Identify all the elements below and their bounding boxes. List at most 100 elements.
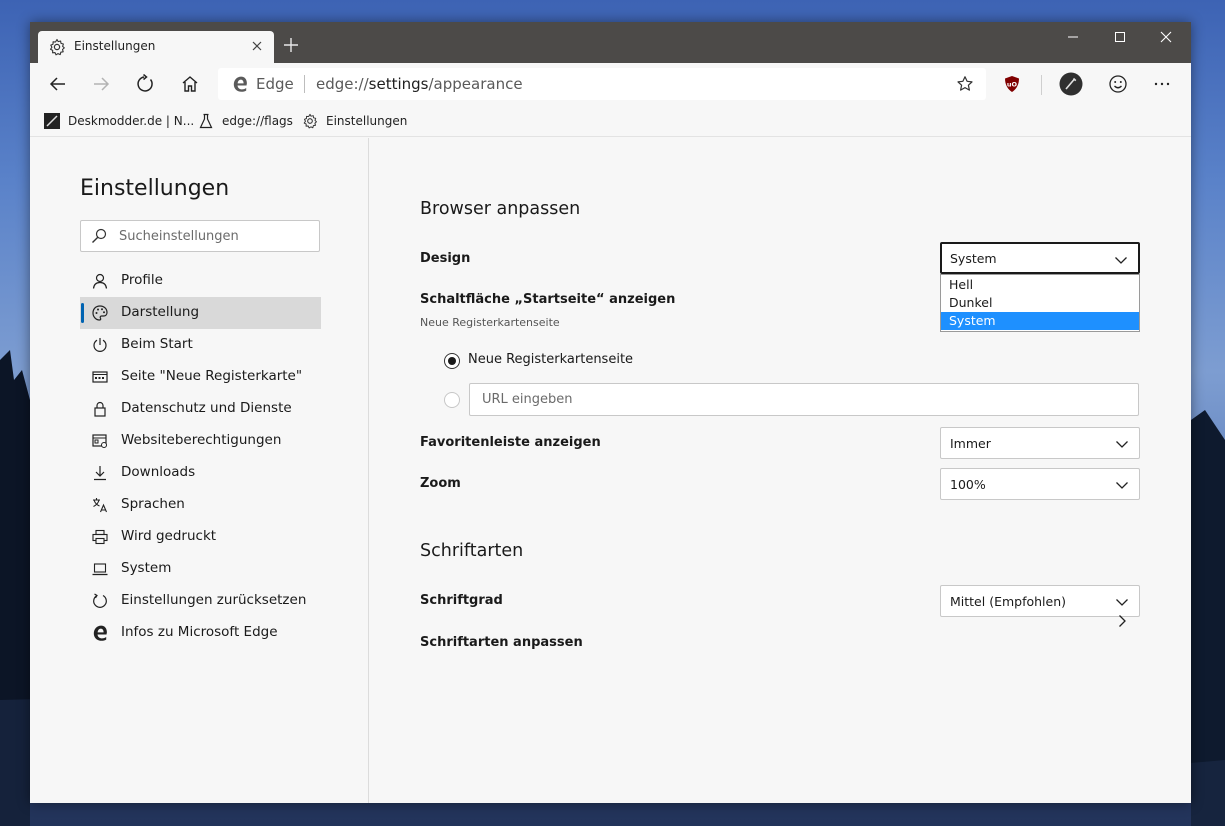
sidebar-item-system[interactable]: System (80, 553, 321, 585)
maximize-button[interactable] (1097, 22, 1143, 52)
ublock-extension-button[interactable]: uO (1000, 72, 1024, 96)
customize-fonts-label: Schriftarten anpassen (420, 635, 583, 650)
feedback-button[interactable] (1106, 72, 1130, 96)
palette-icon (92, 305, 108, 321)
design-dropdown-list: Hell Dunkel System (940, 274, 1140, 332)
chevron-down-icon (1116, 482, 1128, 489)
site-permissions-icon (92, 433, 108, 449)
edge-logo-icon (233, 76, 247, 92)
new-tab-icon[interactable] (282, 36, 300, 54)
sidebar-item-infos[interactable]: Infos zu Microsoft Edge (80, 617, 321, 649)
home-button[interactable] (177, 71, 203, 97)
minimize-icon (1068, 36, 1078, 38)
zoom-select[interactable]: 100% (940, 468, 1140, 500)
chevron-right-icon (1119, 615, 1126, 627)
radio-new-tab-page-label: Neue Registerkartenseite (468, 352, 634, 367)
design-select-value: System (950, 251, 997, 266)
font-size-select[interactable]: Mittel (Empfohlen) (940, 585, 1140, 617)
sidebar-item-label: Darstellung (121, 304, 200, 320)
back-button[interactable] (45, 71, 71, 97)
sidebar-item-label: Beim Start (121, 336, 193, 352)
home-button-label: Schaltfläche „Startseite“ anzeigen (420, 292, 676, 307)
chevron-down-icon (1116, 441, 1128, 448)
sidebar-item-zuruecksetzen[interactable]: Einstellungen zurücksetzen (80, 585, 321, 617)
smiley-icon (1109, 75, 1127, 93)
tab-einstellungen[interactable]: Einstellungen (38, 31, 274, 63)
gear-icon (302, 113, 318, 129)
sidebar-item-label: System (121, 560, 172, 576)
svg-text:uO: uO (1007, 81, 1018, 89)
radio-custom-url[interactable] (444, 392, 460, 408)
newtab-page-icon (92, 369, 108, 385)
lock-icon (92, 401, 108, 417)
refresh-button[interactable] (132, 71, 158, 97)
forward-button[interactable] (88, 71, 114, 97)
customize-fonts-row[interactable]: Schriftarten anpassen (420, 635, 1140, 659)
favorites-bar-select-value: Immer (950, 436, 991, 451)
url-path: /appearance (428, 75, 523, 93)
chevron-down-icon (1116, 599, 1128, 606)
settings-sidebar: Einstellungen Profile Darstellung (30, 138, 369, 803)
radio-new-tab-page[interactable] (444, 353, 460, 369)
sidebar-item-label: Websiteberechtigungen (121, 432, 282, 448)
search-icon (92, 228, 107, 243)
minimize-button[interactable] (1050, 22, 1096, 52)
address-label: Edge (256, 75, 294, 93)
printer-icon (92, 529, 108, 545)
sidebar-item-neue-registerkarte[interactable]: Seite "Neue Registerkarte" (80, 361, 321, 393)
design-option-hell[interactable]: Hell (941, 276, 1139, 294)
sidebar-item-sprachen[interactable]: Sprachen (80, 489, 321, 521)
favorite-edge-flags[interactable]: edge://flags (198, 112, 293, 130)
favorite-label: Einstellungen (326, 114, 408, 128)
home-url-input[interactable] (469, 383, 1139, 416)
favorite-deskmodder[interactable]: Deskmodder.de | N... (44, 112, 194, 130)
sidebar-item-darstellung[interactable]: Darstellung (80, 297, 321, 329)
favorites-bar-label: Favoritenleiste anzeigen (420, 435, 601, 450)
favorite-star-icon[interactable] (956, 75, 974, 93)
sidebar-item-label: Datenschutz und Dienste (121, 400, 292, 416)
settings-main: Browser anpassen Design System Schaltflä… (370, 138, 1191, 803)
arrow-right-icon (94, 77, 110, 91)
favorite-label: edge://flags (222, 114, 293, 128)
section-title-browser: Browser anpassen (420, 199, 581, 219)
design-option-system[interactable]: System (941, 312, 1139, 330)
refresh-icon (137, 74, 153, 92)
language-icon (92, 497, 108, 513)
close-window-button[interactable] (1143, 22, 1189, 52)
favorite-label: Deskmodder.de | N... (68, 114, 195, 128)
sidebar-item-label: Seite "Neue Registerkarte" (121, 368, 303, 384)
sidebar-item-label: Profile (121, 272, 163, 288)
ublock-shield-icon: uO (1005, 76, 1019, 92)
address-separator (304, 75, 305, 93)
power-icon (92, 337, 108, 353)
settings-search-input[interactable] (119, 226, 314, 246)
more-menu-button[interactable] (1150, 72, 1174, 96)
sidebar-item-websiteberechtigungen[interactable]: Websiteberechtigungen (80, 425, 321, 457)
zoom-label: Zoom (420, 476, 461, 491)
profile-avatar-button[interactable] (1059, 72, 1083, 96)
address-bar[interactable]: Edge edge://settings/appearance (218, 68, 986, 100)
sidebar-item-label: Downloads (121, 464, 196, 480)
sidebar-item-label: Wird gedruckt (121, 528, 217, 544)
maximize-icon (1115, 32, 1125, 42)
sidebar-item-datenschutz[interactable]: Datenschutz und Dienste (80, 393, 321, 425)
section-title-fonts: Schriftarten (420, 541, 524, 561)
design-option-dunkel[interactable]: Dunkel (941, 294, 1139, 312)
sidebar-title: Einstellungen (80, 176, 230, 201)
more-dots-icon (1154, 82, 1170, 86)
design-select[interactable]: System (940, 242, 1140, 274)
sidebar-item-label: Einstellungen zurücksetzen (121, 592, 307, 608)
sidebar-item-wird-gedruckt[interactable]: Wird gedruckt (80, 521, 321, 553)
sidebar-item-beim-start[interactable]: Beim Start (80, 329, 321, 361)
close-tab-icon[interactable] (250, 39, 264, 53)
sidebar-item-downloads[interactable]: Downloads (80, 457, 321, 489)
favorites-bar-select[interactable]: Immer (940, 427, 1140, 459)
tab-title: Einstellungen (74, 39, 156, 53)
settings-search-box[interactable] (80, 220, 320, 252)
sidebar-item-profile[interactable]: Profile (80, 265, 321, 297)
address-url[interactable]: edge://settings/appearance (316, 75, 523, 93)
sidebar-item-label: Infos zu Microsoft Edge (121, 624, 278, 640)
favorite-einstellungen[interactable]: Einstellungen (302, 112, 407, 130)
settings-content: Einstellungen Profile Darstellung (30, 138, 1191, 803)
edge-logo-icon (92, 625, 108, 641)
